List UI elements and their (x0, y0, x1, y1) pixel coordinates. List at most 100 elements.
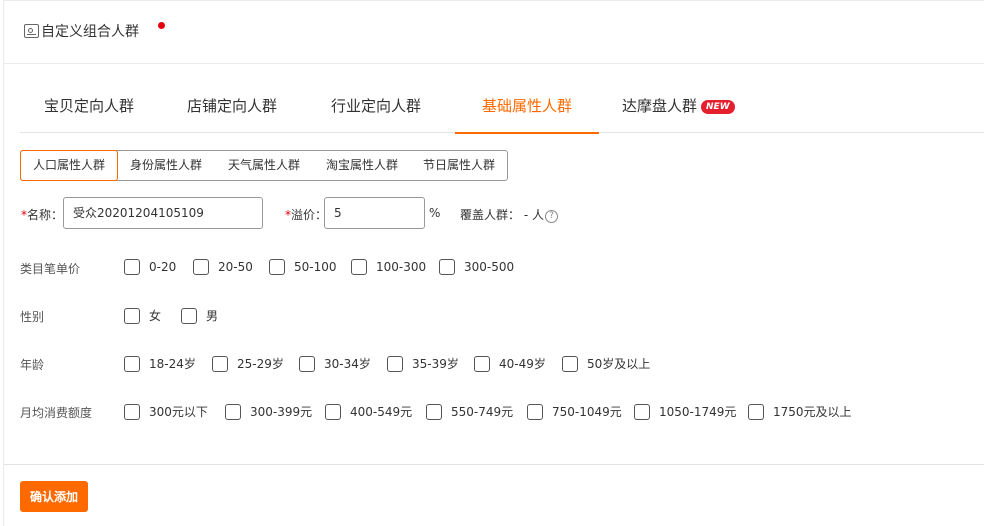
option-label: 400-549元 (350, 405, 413, 419)
tab-label: 达摩盘人群 (622, 97, 698, 115)
option-label: 20-50 (218, 260, 253, 274)
checkbox-box[interactable] (193, 259, 209, 275)
option-label: 100-300 (376, 260, 427, 274)
option-label: 550-749元 (451, 405, 514, 419)
checkbox-box[interactable] (212, 355, 228, 372)
notification-dot (158, 22, 165, 29)
option-label: 40-49岁 (499, 357, 546, 371)
name-input[interactable]: 受众20201204105109 (63, 197, 263, 229)
name-label: *名称： (21, 206, 63, 223)
tab-item-crowd[interactable]: 宝贝定向人群 (44, 87, 134, 133)
checkbox-age-25-29[interactable]: 25-29岁 (212, 355, 284, 372)
premium-label: *溢价： (285, 206, 327, 223)
checkbox-gender-female[interactable]: 女 (124, 307, 161, 324)
checkbox-age-40-49[interactable]: 40-49岁 (474, 355, 546, 372)
option-label: 300-500 (464, 260, 515, 274)
checkbox-box[interactable] (124, 259, 140, 275)
attribute-subtabs: 人口属性人群 身份属性人群 天气属性人群 淘宝属性人群 节日属性人群 (20, 150, 508, 181)
premium-unit: % (429, 206, 441, 220)
crowd-panel: 自定义组合人群 宝贝定向人群 店铺定向人群 行业定向人群 基础属性人群 达摩盘人… (3, 0, 984, 526)
premium-input[interactable]: 5 (324, 197, 425, 229)
checkbox-price-0-20[interactable]: 0-20 (124, 259, 176, 275)
checkbox-box[interactable] (124, 307, 140, 324)
checkbox-age-35-39[interactable]: 35-39岁 (387, 355, 459, 372)
question-circle-icon[interactable]: ? (545, 210, 558, 223)
checkbox-spend-400-549[interactable]: 400-549元 (325, 403, 412, 420)
crowd-card-icon (24, 24, 39, 38)
checkbox-spend-1750-plus[interactable]: 1750元及以上 (748, 403, 852, 420)
checkbox-spend-750-1049[interactable]: 750-1049元 (527, 403, 622, 420)
filter-label-price: 类目笔单价 (20, 262, 81, 276)
checkbox-box[interactable] (634, 403, 650, 420)
checkbox-spend-under-300[interactable]: 300元以下 (124, 403, 208, 420)
subtab-identity[interactable]: 身份属性人群 (117, 151, 215, 180)
option-label: 300元以下 (149, 405, 208, 419)
subtab-taobao[interactable]: 淘宝属性人群 (313, 151, 411, 180)
option-label: 女 (149, 309, 162, 323)
checkbox-spend-300-399[interactable]: 300-399元 (225, 403, 312, 420)
checkbox-box[interactable] (426, 403, 442, 420)
checkbox-box[interactable] (439, 259, 455, 275)
option-label: 1750元及以上 (773, 405, 852, 419)
checkbox-box[interactable] (124, 403, 140, 420)
checkbox-box[interactable] (225, 403, 241, 420)
checkbox-gender-male[interactable]: 男 (181, 307, 218, 324)
tab-label: 行业定向人群 (331, 97, 422, 115)
checkbox-age-18-24[interactable]: 18-24岁 (124, 355, 196, 372)
checkbox-price-100-300[interactable]: 100-300 (351, 259, 426, 275)
tab-label: 基础属性人群 (481, 97, 572, 115)
subtab-demographic[interactable]: 人口属性人群 (20, 150, 118, 181)
subtab-weather[interactable]: 天气属性人群 (215, 151, 313, 180)
option-label: 18-24岁 (149, 357, 196, 371)
premium-label-text: 溢价： (291, 208, 328, 222)
new-badge: NEW (701, 100, 735, 114)
option-label: 750-1049元 (552, 405, 622, 419)
tab-damopan-crowd[interactable]: 达摩盘人群 NEW (622, 87, 735, 133)
option-label: 50-100 (294, 260, 337, 274)
option-label: 男 (206, 309, 219, 323)
option-label: 30-34岁 (324, 357, 371, 371)
option-label: 1050-1749元 (659, 405, 737, 419)
checkbox-price-300-500[interactable]: 300-500 (439, 259, 514, 275)
checkbox-box[interactable] (748, 403, 764, 420)
coverage-label: 覆盖人群： - 人? (460, 206, 558, 223)
option-label: 50岁及以上 (587, 357, 651, 371)
coverage-label-text: 覆盖人群： (460, 208, 521, 222)
checkbox-box[interactable] (474, 355, 490, 372)
footer-divider (4, 464, 984, 465)
checkbox-box[interactable] (181, 307, 197, 324)
confirm-add-button[interactable]: 确认添加 (20, 481, 88, 512)
tab-industry-crowd[interactable]: 行业定向人群 (331, 87, 421, 133)
checkbox-price-20-50[interactable]: 20-50 (193, 259, 253, 275)
checkbox-box[interactable] (325, 403, 341, 420)
panel-header: 自定义组合人群 (24, 21, 139, 41)
checkbox-box[interactable] (387, 355, 403, 372)
checkbox-price-50-100[interactable]: 50-100 (269, 259, 337, 275)
option-label: 0-20 (149, 260, 177, 274)
tab-label: 宝贝定向人群 (44, 97, 135, 115)
option-label: 25-29岁 (237, 357, 284, 371)
checkbox-box[interactable] (351, 259, 367, 275)
option-label: 300-399元 (250, 405, 313, 419)
filter-label-age: 年龄 (20, 358, 45, 372)
checkbox-age-30-34[interactable]: 30-34岁 (299, 355, 371, 372)
coverage-value: - 人 (523, 208, 544, 222)
filter-label-spending: 月均消费额度 (20, 406, 93, 420)
tab-shop-crowd[interactable]: 店铺定向人群 (187, 87, 277, 133)
checkbox-spend-550-749[interactable]: 550-749元 (426, 403, 513, 420)
panel-title: 自定义组合人群 (41, 24, 139, 40)
tab-label: 店铺定向人群 (187, 97, 278, 115)
checkbox-box[interactable] (269, 259, 285, 275)
checkbox-box[interactable] (124, 355, 140, 372)
checkbox-box[interactable] (562, 355, 578, 372)
name-label-text: 名称： (27, 208, 64, 222)
subtab-holiday[interactable]: 节日属性人群 (411, 151, 507, 180)
checkbox-box[interactable] (299, 355, 315, 372)
tab-basic-attribute-crowd[interactable]: 基础属性人群 (455, 87, 599, 134)
option-label: 35-39岁 (412, 357, 459, 371)
checkbox-spend-1050-1749[interactable]: 1050-1749元 (634, 403, 736, 420)
header-divider (4, 63, 984, 64)
crowd-type-tabs: 宝贝定向人群 店铺定向人群 行业定向人群 基础属性人群 达摩盘人群 NEW (20, 87, 984, 134)
checkbox-box[interactable] (527, 403, 543, 420)
checkbox-age-50-plus[interactable]: 50岁及以上 (562, 355, 650, 372)
